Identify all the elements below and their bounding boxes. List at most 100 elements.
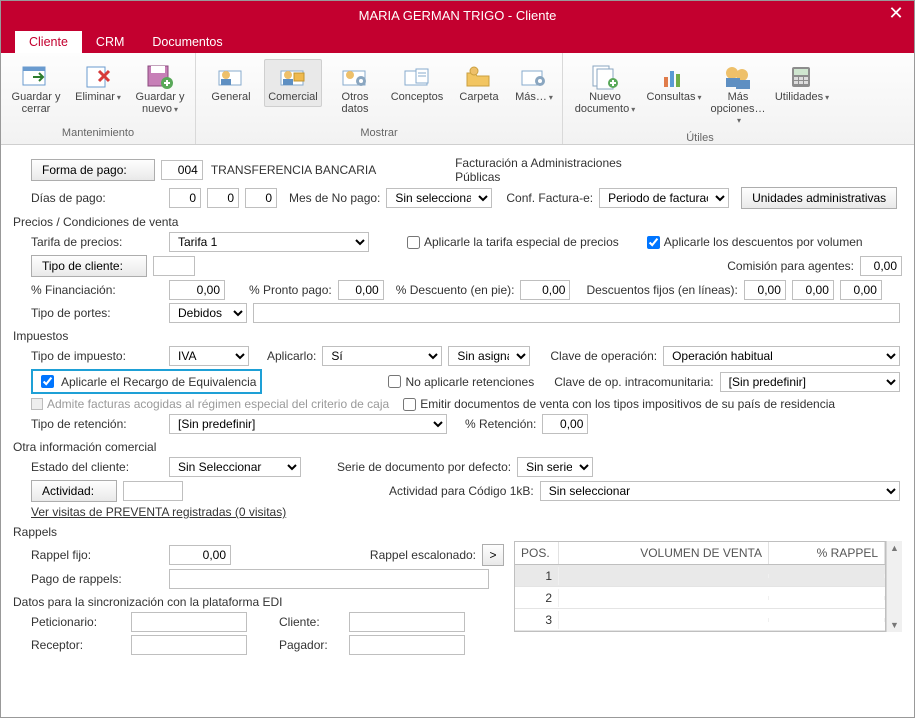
select-actividad-1kb[interactable]: Sin seleccionar xyxy=(540,481,900,501)
select-serie-defecto[interactable]: Sin serie xyxy=(517,457,593,477)
input-rappel-fijo[interactable] xyxy=(169,545,231,565)
input-desc1[interactable] xyxy=(744,280,786,300)
input-comision[interactable] xyxy=(860,256,902,276)
btn-eliminar[interactable]: Eliminar▾ xyxy=(69,59,127,107)
btn-carpeta[interactable]: Carpeta xyxy=(450,59,508,107)
input-pct-desc-pie[interactable] xyxy=(520,280,570,300)
general-icon xyxy=(215,62,247,92)
ribbon-label: Nuevo documento▾ xyxy=(572,92,638,115)
lbl-pct-desc-pie: % Descuento (en pie): xyxy=(396,283,515,297)
btn-forma-pago[interactable]: Forma de pago: xyxy=(31,159,155,181)
chk-tarifa-especial[interactable]: Aplicarle la tarifa especial de precios xyxy=(407,235,619,249)
btn-conceptos[interactable]: Conceptos xyxy=(388,59,446,107)
tab-crm[interactable]: CRM xyxy=(82,31,138,53)
ribbon-group-title: Útiles xyxy=(686,130,714,147)
select-tarifa[interactable]: Tarifa 1 xyxy=(169,232,369,252)
btn-guardar-cerrar[interactable]: Guardar y cerrar xyxy=(7,59,65,118)
btn-general[interactable]: General xyxy=(202,59,260,107)
chevron-down-icon: ▾ xyxy=(174,105,178,114)
table-row[interactable]: 3 xyxy=(515,609,885,631)
select-tipo-impuesto[interactable]: IVA xyxy=(169,346,249,366)
select-tipo-retencion[interactable]: [Sin predefinir] xyxy=(169,414,447,434)
lbl-tarifa: Tarifa de precios: xyxy=(13,235,163,249)
utilidades-icon xyxy=(786,62,818,92)
chk-no-retenciones[interactable]: No aplicarle retenciones xyxy=(388,375,534,389)
input-cliente-edi[interactable] xyxy=(349,612,465,632)
close-button[interactable]: ✕ xyxy=(884,3,908,24)
lbl-rappel-fijo: Rappel fijo: xyxy=(13,548,163,562)
btn-rappel-escalonado[interactable]: > xyxy=(482,544,504,566)
select-estado-cliente[interactable]: Sin Seleccionar xyxy=(169,457,301,477)
btn-otros-datos[interactable]: Otros datos xyxy=(326,59,384,118)
select-conf-facturae[interactable]: Periodo de facturaci xyxy=(599,188,729,208)
input-pago-rappels[interactable] xyxy=(169,569,489,589)
scroll-up-icon[interactable]: ▲ xyxy=(887,541,902,555)
titlebar: MARIA GERMAN TRIGO - Cliente ✕ xyxy=(1,1,914,29)
lbl-pago-rappels: Pago de rappels: xyxy=(13,572,163,586)
input-actividad[interactable] xyxy=(123,481,183,501)
table-row[interactable]: 1 xyxy=(515,565,885,587)
btn-unidades-admin[interactable]: Unidades administrativas xyxy=(741,187,897,209)
input-receptor[interactable] xyxy=(131,635,247,655)
lbl-cliente-edi: Cliente: xyxy=(279,615,343,629)
select-clave-intra[interactable]: [Sin predefinir] xyxy=(720,372,900,392)
cell-pos: 3 xyxy=(515,611,559,629)
ribbon-group-title: Mantenimiento xyxy=(62,125,134,142)
section-otra-info: Otra información comercial xyxy=(13,440,902,454)
tab-cliente[interactable]: Cliente xyxy=(15,31,82,53)
chk-desc-volumen[interactable]: Aplicarle los descuentos por volumen xyxy=(647,235,863,249)
select-aplicarlo[interactable]: Sí xyxy=(322,346,442,366)
input-dia1[interactable] xyxy=(169,188,201,208)
input-tipo-cliente[interactable] xyxy=(153,256,195,276)
input-desc3[interactable] xyxy=(840,280,882,300)
btn-mas-opciones[interactable]: Más opciones…▾ xyxy=(707,59,769,130)
select-tipo-portes[interactable]: Debidos xyxy=(169,303,247,323)
ribbon: Guardar y cerrar Eliminar▾ Guardar y nue… xyxy=(1,53,914,145)
table-scrollbar[interactable]: ▲ ▼ xyxy=(886,541,902,632)
rappel-table-wrapper: POS. VOLUMEN DE VENTA % RAPPEL 1 2 xyxy=(514,541,902,632)
chevron-down-icon: ▾ xyxy=(737,116,741,125)
input-dia3[interactable] xyxy=(245,188,277,208)
chk-recargo-equivalencia[interactable]: Aplicarle el Recargo de Equivalencia xyxy=(31,369,262,394)
input-peticionario[interactable] xyxy=(131,612,247,632)
scroll-down-icon[interactable]: ▼ xyxy=(887,618,902,632)
btn-consultas[interactable]: Consultas▾ xyxy=(645,59,703,107)
input-desc2[interactable] xyxy=(792,280,834,300)
btn-mas-mostrar[interactable]: Más…▾ xyxy=(512,59,556,107)
section-impuestos: Impuestos xyxy=(13,329,902,343)
btn-tipo-cliente[interactable]: Tipo de cliente: xyxy=(31,255,147,277)
input-dia2[interactable] xyxy=(207,188,239,208)
lbl-actividad-1kb: Actividad para Código 1kB: xyxy=(389,484,534,498)
chk-emitir-docs[interactable]: Emitir documentos de venta con los tipos… xyxy=(403,397,835,411)
content-area: Forma de pago: TRANSFERENCIA BANCARIA Fa… xyxy=(1,145,914,718)
section-precios: Precios / Condiciones de venta xyxy=(13,215,902,229)
btn-comercial[interactable]: Comercial xyxy=(264,59,322,107)
tab-documentos[interactable]: Documentos xyxy=(138,31,236,53)
btn-guardar-nuevo[interactable]: Guardar y nuevo▾ xyxy=(131,59,189,118)
link-visitas-preventa[interactable]: Ver visitas de PREVENTA registradas (0 v… xyxy=(31,505,286,519)
input-portes-extra[interactable] xyxy=(253,303,900,323)
mas-icon xyxy=(518,62,550,92)
th-volumen: VOLUMEN DE VENTA xyxy=(559,542,769,564)
btn-utilidades[interactable]: Utilidades▾ xyxy=(773,59,831,107)
th-pos: POS. xyxy=(515,542,559,564)
input-pagador[interactable] xyxy=(349,635,465,655)
select-sin-asignar[interactable]: Sin asignar xyxy=(448,346,530,366)
table-row[interactable]: 2 xyxy=(515,587,885,609)
consultas-icon xyxy=(658,62,690,92)
lbl-pct-pronto: % Pronto pago: xyxy=(249,283,332,297)
chevron-down-icon: ▾ xyxy=(631,105,635,114)
chevron-down-icon: ▾ xyxy=(117,93,121,102)
input-pct-retencion[interactable] xyxy=(542,414,588,434)
ribbon-label: Más…▾ xyxy=(515,92,553,104)
btn-actividad[interactable]: Actividad: xyxy=(31,480,117,502)
btn-nuevo-documento[interactable]: Nuevo documento▾ xyxy=(569,59,641,118)
select-clave-op[interactable]: Operación habitual xyxy=(663,346,900,366)
input-forma-pago-code[interactable] xyxy=(161,160,203,180)
input-pct-pronto[interactable] xyxy=(338,280,384,300)
ribbon-label: Consultas▾ xyxy=(647,92,702,104)
lbl-mes-no-pago: Mes de No pago: xyxy=(289,191,380,205)
input-pct-fin[interactable] xyxy=(169,280,225,300)
lbl-tipo-retencion: Tipo de retención: xyxy=(13,417,163,431)
select-mes-no-pago[interactable]: Sin seleccionar xyxy=(386,188,492,208)
